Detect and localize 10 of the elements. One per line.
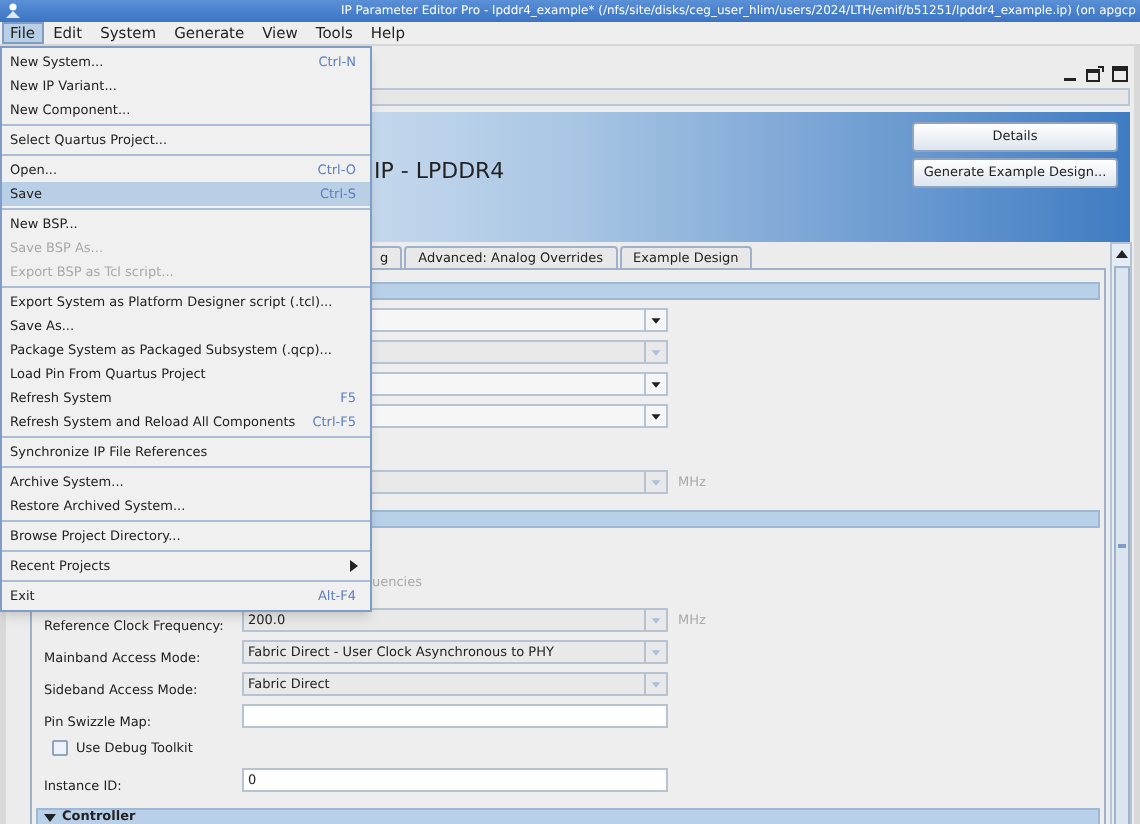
checkbox[interactable] xyxy=(52,740,68,756)
scrollbar[interactable] xyxy=(1110,242,1132,824)
banner-title: IP - LPDDR4 xyxy=(374,156,505,188)
app-icon xyxy=(4,2,22,20)
input-field[interactable] xyxy=(242,704,668,728)
scroll-up-icon xyxy=(1115,250,1127,260)
restore-icon xyxy=(1086,66,1104,82)
expand-triangle-icon xyxy=(44,811,56,823)
maximize-icon xyxy=(1112,66,1128,82)
scroll-thumb[interactable] xyxy=(1113,266,1129,824)
